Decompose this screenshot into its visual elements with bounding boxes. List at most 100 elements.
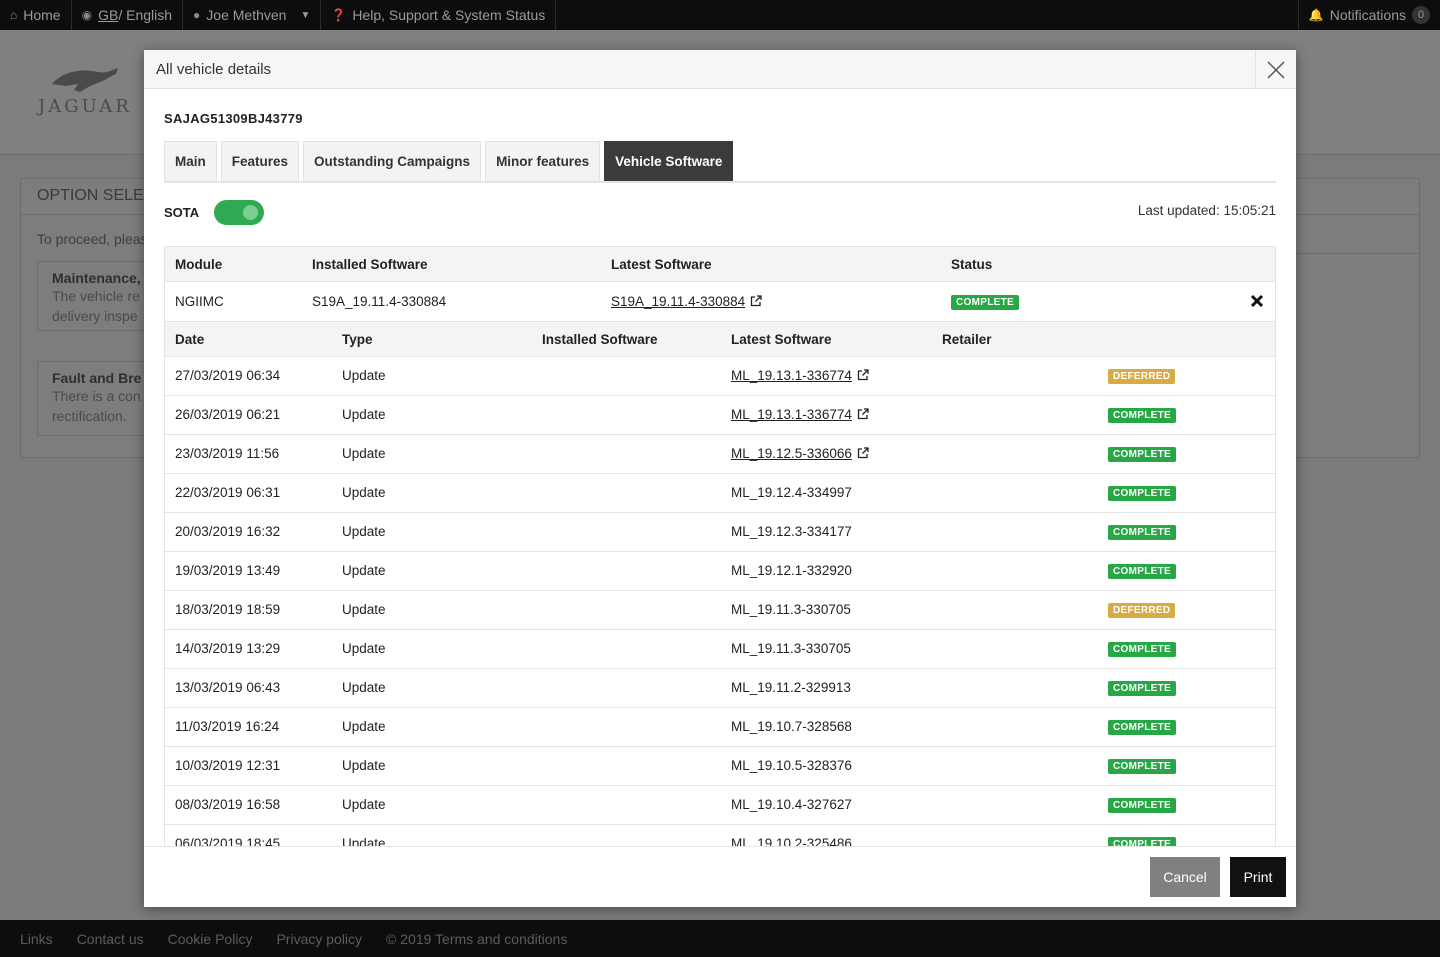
- table-row: 10/03/2019 12:31 Update ML_19.10.5-328376 C…: [165, 747, 1275, 786]
- status-badge: COMPLETE: [1108, 642, 1176, 657]
- row-date: 14/03/2019 13:29: [175, 641, 281, 656]
- nav-locale[interactable]: ◉ GB / English: [72, 0, 184, 30]
- remove-icon[interactable]: [1249, 293, 1265, 309]
- nav-notifications[interactable]: 🔔 Notifications 0: [1297, 0, 1440, 30]
- row-date: 10/03/2019 12:31: [175, 758, 281, 773]
- external-link-icon: [750, 295, 762, 307]
- tab-outstanding-campaigns[interactable]: Outstanding Campaigns: [303, 141, 482, 181]
- latest-software[interactable]: ML_19.12.5-336066: [731, 446, 852, 461]
- status-badge: COMPLETE: [1108, 447, 1176, 462]
- tab-bar: Main Features Outstanding Campaigns Mino…: [164, 141, 1276, 183]
- table-row: 06/03/2019 18:45 Update ML_19.10.2-325486 C…: [165, 825, 1275, 846]
- modal-header: All vehicle details: [144, 50, 1296, 89]
- row-type: Update: [342, 641, 386, 656]
- latest-software: ML_19.11.3-330705: [731, 641, 851, 656]
- jaguar-leaper-icon: [52, 68, 118, 92]
- table-row: 27/03/2019 06:34 Update ML_19.13.1-336774 D…: [165, 357, 1275, 396]
- tab-main[interactable]: Main: [164, 141, 217, 181]
- side-panel: [1290, 178, 1420, 254]
- status-badge: DEFERRED: [1108, 369, 1176, 384]
- status-badge: COMPLETE: [1108, 564, 1176, 579]
- tab-vehicle-software[interactable]: Vehicle Software: [604, 141, 734, 181]
- module-installed: S19A_19.11.4-330884: [312, 294, 447, 309]
- module-row: NGIIMC S19A_19.11.4-330884 S19A_19.11.4-…: [165, 282, 1275, 322]
- footer-terms[interactable]: © 2019 Terms and conditions: [386, 931, 567, 947]
- row-type: Update: [342, 446, 386, 461]
- header-module: Module: [175, 257, 223, 272]
- notifications-count: 0: [1412, 6, 1430, 24]
- row-status: COMPLETE: [1108, 640, 1176, 657]
- header-installed-software: Installed Software: [542, 332, 658, 347]
- panel-title: OPTION SELEC: [37, 187, 156, 204]
- nav-help[interactable]: ❓ Help, Support & System Status: [321, 0, 557, 30]
- sota-label: SOTA: [164, 205, 200, 220]
- row-type: Update: [342, 836, 386, 846]
- table-row: 08/03/2019 16:58 Update ML_19.10.4-327627 C…: [165, 786, 1275, 825]
- panel-text: To proceed, pleas: [37, 231, 148, 247]
- row-type: Update: [342, 758, 386, 773]
- row-status: COMPLETE: [1108, 445, 1176, 462]
- latest-software: ML_19.12.1-332920: [731, 563, 852, 578]
- row-date: 27/03/2019 06:34: [175, 368, 281, 383]
- history-table-header: Date Type Installed Software Latest Soft…: [165, 322, 1275, 357]
- status-badge: COMPLETE: [1108, 720, 1176, 735]
- footer-contact[interactable]: Contact us: [77, 931, 144, 947]
- row-date: 23/03/2019 11:56: [175, 446, 280, 461]
- external-link-icon: [857, 447, 869, 459]
- tab-minor-features[interactable]: Minor features: [485, 141, 601, 181]
- row-date: 18/03/2019 18:59: [175, 602, 281, 617]
- table-row: 20/03/2019 16:32 Update ML_19.12.3-334177 C…: [165, 513, 1275, 552]
- header-type: Type: [342, 332, 373, 347]
- row-date: 13/03/2019 06:43: [175, 680, 281, 695]
- latest-software[interactable]: ML_19.13.1-336774: [731, 407, 852, 422]
- table-row: 13/03/2019 06:43 Update ML_19.11.2-329913 C…: [165, 669, 1275, 708]
- module-name: NGIIMC: [175, 294, 224, 309]
- latest-software[interactable]: ML_19.13.1-336774: [731, 368, 852, 383]
- latest-software: ML_19.10.2-325486: [731, 836, 852, 846]
- software-table: Module Installed Software Latest Softwar…: [164, 246, 1276, 846]
- row-type: Update: [342, 485, 386, 500]
- header-status: Status: [951, 257, 993, 272]
- module-latest[interactable]: S19A_19.11.4-330884: [611, 294, 745, 309]
- table-row: 26/03/2019 06:21 Update ML_19.13.1-336774 C…: [165, 396, 1275, 435]
- latest-software-link[interactable]: ML_19.13.1-336774: [731, 407, 869, 422]
- module-table-header: Module Installed Software Latest Softwar…: [165, 247, 1275, 282]
- latest-software: ML_19.10.4-327627: [731, 797, 852, 812]
- history-rows: 27/03/2019 06:34 Update ML_19.13.1-336774 D…: [165, 357, 1275, 846]
- footer-links[interactable]: Links: [20, 931, 53, 947]
- table-row: 22/03/2019 06:31 Update ML_19.12.4-334997 C…: [165, 474, 1275, 513]
- module-status: COMPLETE: [951, 293, 1019, 310]
- cancel-button[interactable]: Cancel: [1150, 857, 1220, 897]
- chevron-down-icon: ▼: [300, 9, 311, 21]
- divider: [1291, 214, 1419, 215]
- row-status: DEFERRED: [1108, 367, 1176, 384]
- sota-toggle[interactable]: [214, 200, 264, 225]
- vin-number: SAJAG51309BJ43779: [164, 111, 303, 126]
- status-badge: COMPLETE: [1108, 681, 1176, 696]
- latest-software: ML_19.11.3-330705: [731, 602, 851, 617]
- row-date: 19/03/2019 13:49: [175, 563, 281, 578]
- print-button[interactable]: Print: [1230, 857, 1286, 897]
- table-row: 11/03/2019 16:24 Update ML_19.10.7-328568 C…: [165, 708, 1275, 747]
- latest-software: ML_19.11.2-329913: [731, 680, 851, 695]
- footer-privacy[interactable]: Privacy policy: [276, 931, 362, 947]
- status-badge: COMPLETE: [1108, 408, 1176, 423]
- modal-footer: Cancel Print: [144, 846, 1296, 907]
- brand-wordmark: JAGUAR: [38, 96, 132, 117]
- latest-software: ML_19.10.7-328568: [731, 719, 852, 734]
- header-retailer: Retailer: [942, 332, 992, 347]
- status-badge: COMPLETE: [1108, 525, 1176, 540]
- footer-cookie[interactable]: Cookie Policy: [168, 931, 253, 947]
- module-latest-link[interactable]: S19A_19.11.4-330884: [611, 294, 762, 309]
- close-button[interactable]: [1255, 50, 1296, 89]
- latest-software-link[interactable]: ML_19.12.5-336066: [731, 446, 869, 461]
- last-updated: Last updated: 15:05:21: [1137, 203, 1276, 218]
- tab-features[interactable]: Features: [220, 141, 300, 181]
- latest-software-link[interactable]: ML_19.13.1-336774: [731, 368, 869, 383]
- user-icon: ●: [193, 8, 201, 22]
- nav-home[interactable]: ⌂ Home: [0, 0, 72, 30]
- nav-user[interactable]: ● Joe Methven ▼: [183, 0, 322, 30]
- brand-logo: JAGUAR: [38, 64, 148, 117]
- page-footer: Links Contact us Cookie Policy Privacy p…: [0, 920, 1440, 957]
- row-status: COMPLETE: [1108, 835, 1176, 846]
